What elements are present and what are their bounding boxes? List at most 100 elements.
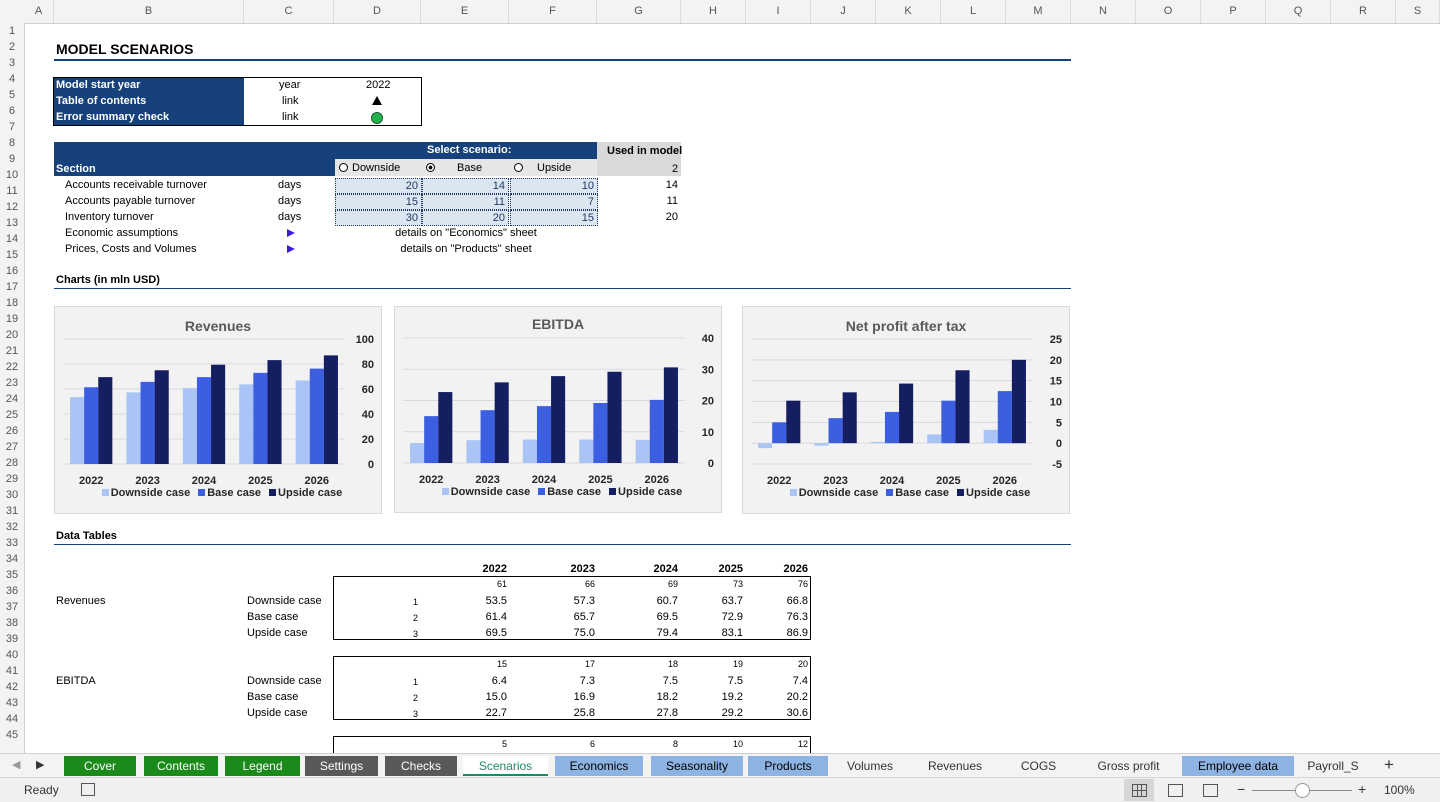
- scenario-input-cell[interactable]: 20: [335, 178, 422, 194]
- row-header[interactable]: 34: [0, 551, 24, 567]
- table-cell[interactable]: 79.4: [638, 627, 678, 639]
- row-header[interactable]: 35: [0, 567, 24, 583]
- scenario-input-cell[interactable]: 15: [510, 210, 598, 226]
- tab-payroll-s[interactable]: Payroll_S: [1297, 756, 1369, 776]
- column-header[interactable]: D: [334, 0, 421, 23]
- table-cell[interactable]: 22.7: [467, 707, 507, 719]
- row-header[interactable]: 8: [0, 135, 24, 151]
- row-header[interactable]: 40: [0, 647, 24, 663]
- tab-scenarios[interactable]: Scenarios: [463, 756, 548, 776]
- column-header[interactable]: C: [244, 0, 334, 23]
- column-header[interactable]: M: [1006, 0, 1071, 23]
- table-cell[interactable]: 19.2: [703, 691, 743, 703]
- normal-view-icon[interactable]: [1132, 784, 1147, 797]
- row-header[interactable]: 6: [0, 103, 24, 119]
- row-header[interactable]: 12: [0, 199, 24, 215]
- table-cell[interactable]: 7.5: [703, 675, 743, 687]
- status-ok-icon[interactable]: [371, 112, 383, 124]
- column-header[interactable]: F: [509, 0, 597, 23]
- row-header[interactable]: 1: [0, 23, 24, 39]
- column-header[interactable]: K: [876, 0, 941, 23]
- model-start-value[interactable]: 2022: [366, 79, 390, 91]
- column-header[interactable]: R: [1331, 0, 1396, 23]
- row-header[interactable]: 4: [0, 71, 24, 87]
- tab-contents[interactable]: Contents: [144, 756, 218, 776]
- tab-economics[interactable]: Economics: [555, 756, 643, 776]
- column-header[interactable]: L: [941, 0, 1006, 23]
- tab-products[interactable]: Products: [748, 756, 828, 776]
- scenario-input-cell[interactable]: 20: [422, 210, 509, 226]
- row-header[interactable]: 21: [0, 343, 24, 359]
- column-header[interactable]: O: [1136, 0, 1201, 23]
- triangle-up-icon[interactable]: [372, 96, 382, 105]
- spreadsheet-grid[interactable]: ABCDEFGHIJKLMNOPQRS 1 2 3 4 5 6 7 8 9 10 11 12 13 14 1…: [0, 0, 1440, 753]
- zoom-out-icon[interactable]: −: [1237, 781, 1245, 797]
- table-cell[interactable]: 61.4: [467, 611, 507, 623]
- row-header[interactable]: 5: [0, 87, 24, 103]
- column-header[interactable]: P: [1201, 0, 1266, 23]
- column-header[interactable]: Q: [1266, 0, 1331, 23]
- scenario-input-cell[interactable]: 30: [335, 210, 422, 226]
- radio-downside[interactable]: Downside: [339, 162, 400, 174]
- tab-scroll-right-icon[interactable]: ▶: [36, 758, 44, 771]
- row-header[interactable]: 38: [0, 615, 24, 631]
- table-cell[interactable]: 75.0: [555, 627, 595, 639]
- tab-seasonality[interactable]: Seasonality: [651, 756, 743, 776]
- table-cell[interactable]: 53.5: [467, 595, 507, 607]
- row-header[interactable]: 27: [0, 439, 24, 455]
- scenario-input-cell[interactable]: 15: [335, 194, 422, 210]
- table-cell[interactable]: 25.8: [555, 707, 595, 719]
- zoom-in-icon[interactable]: +: [1358, 781, 1366, 797]
- table-cell[interactable]: 57.3: [555, 595, 595, 607]
- column-header[interactable]: G: [597, 0, 681, 23]
- row-header[interactable]: 9: [0, 151, 24, 167]
- row-header[interactable]: 44: [0, 711, 24, 727]
- column-header[interactable]: A: [24, 0, 54, 23]
- tab-cogs[interactable]: COGS: [1000, 756, 1077, 776]
- macro-record-icon[interactable]: [81, 783, 95, 796]
- tab-revenues[interactable]: Revenues: [914, 756, 996, 776]
- table-cell[interactable]: 30.6: [768, 707, 808, 719]
- column-header[interactable]: E: [421, 0, 509, 23]
- table-cell[interactable]: 60.7: [638, 595, 678, 607]
- table-cell[interactable]: 29.2: [703, 707, 743, 719]
- zoom-slider-handle[interactable]: [1295, 783, 1310, 798]
- page-break-icon[interactable]: [1203, 784, 1218, 797]
- tab-settings[interactable]: Settings: [305, 756, 378, 776]
- row-header[interactable]: 26: [0, 423, 24, 439]
- row-header[interactable]: 30: [0, 487, 24, 503]
- row-header[interactable]: 7: [0, 119, 24, 135]
- radio-base[interactable]: Base: [426, 162, 482, 174]
- tab-volumes[interactable]: Volumes: [832, 756, 908, 776]
- table-cell[interactable]: 63.7: [703, 595, 743, 607]
- arrow-right-icon[interactable]: [287, 229, 295, 237]
- arrow-right-icon[interactable]: [287, 245, 295, 253]
- row-header[interactable]: 41: [0, 663, 24, 679]
- add-sheet-icon[interactable]: +: [1384, 755, 1394, 775]
- row-header[interactable]: 25: [0, 407, 24, 423]
- table-cell[interactable]: 66.8: [768, 595, 808, 607]
- row-header[interactable]: 45: [0, 727, 24, 743]
- chart-0[interactable]: Revenues 100 80 60 40 20 0 2022 2023 2024 2025 2026…: [54, 306, 382, 514]
- table-cell[interactable]: 7.4: [768, 675, 808, 687]
- row-header[interactable]: 28: [0, 455, 24, 471]
- column-header[interactable]: S: [1396, 0, 1440, 23]
- table-cell[interactable]: 16.9: [555, 691, 595, 703]
- row-header[interactable]: 16: [0, 263, 24, 279]
- column-header[interactable]: I: [746, 0, 811, 23]
- row-header[interactable]: 17: [0, 279, 24, 295]
- tab-cover[interactable]: Cover: [64, 756, 136, 776]
- row-header[interactable]: 11: [0, 183, 24, 199]
- table-cell[interactable]: 69.5: [467, 627, 507, 639]
- scenario-input-cell[interactable]: 7: [510, 194, 598, 210]
- row-header[interactable]: 13: [0, 215, 24, 231]
- table-cell[interactable]: 18.2: [638, 691, 678, 703]
- table-cell[interactable]: 65.7: [555, 611, 595, 623]
- table-cell[interactable]: 72.9: [703, 611, 743, 623]
- column-header[interactable]: J: [811, 0, 876, 23]
- row-header[interactable]: 2: [0, 39, 24, 55]
- table-cell[interactable]: 69.5: [638, 611, 678, 623]
- table-cell[interactable]: 27.8: [638, 707, 678, 719]
- tab-gross-profit[interactable]: Gross profit: [1080, 756, 1177, 776]
- table-cell[interactable]: 7.3: [555, 675, 595, 687]
